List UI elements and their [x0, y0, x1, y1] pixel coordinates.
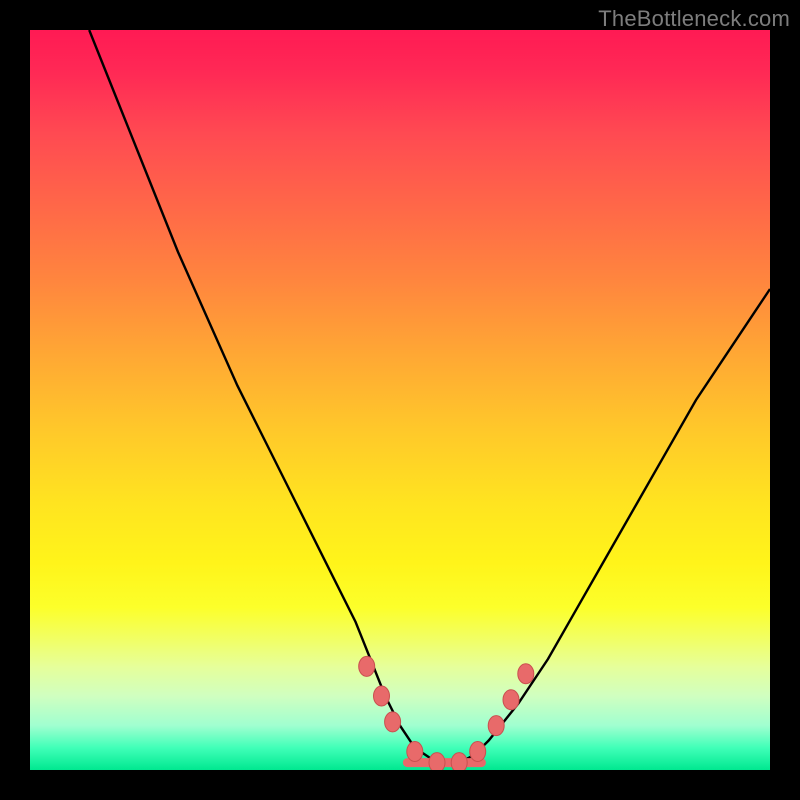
watermark-text: TheBottleneck.com	[598, 6, 790, 32]
bottleneck-curve	[89, 30, 770, 763]
chart-frame: TheBottleneck.com	[0, 0, 800, 800]
curve-marker	[518, 664, 534, 684]
curve-layer	[30, 30, 770, 770]
curve-marker	[407, 742, 423, 762]
curve-marker	[470, 742, 486, 762]
curve-marker	[488, 716, 504, 736]
curve-marker	[451, 753, 467, 770]
curve-marker	[385, 712, 401, 732]
curve-marker	[503, 690, 519, 710]
plot-area	[30, 30, 770, 770]
curve-markers	[359, 656, 534, 770]
curve-marker	[359, 656, 375, 676]
curve-marker	[429, 753, 445, 770]
curve-marker	[374, 686, 390, 706]
